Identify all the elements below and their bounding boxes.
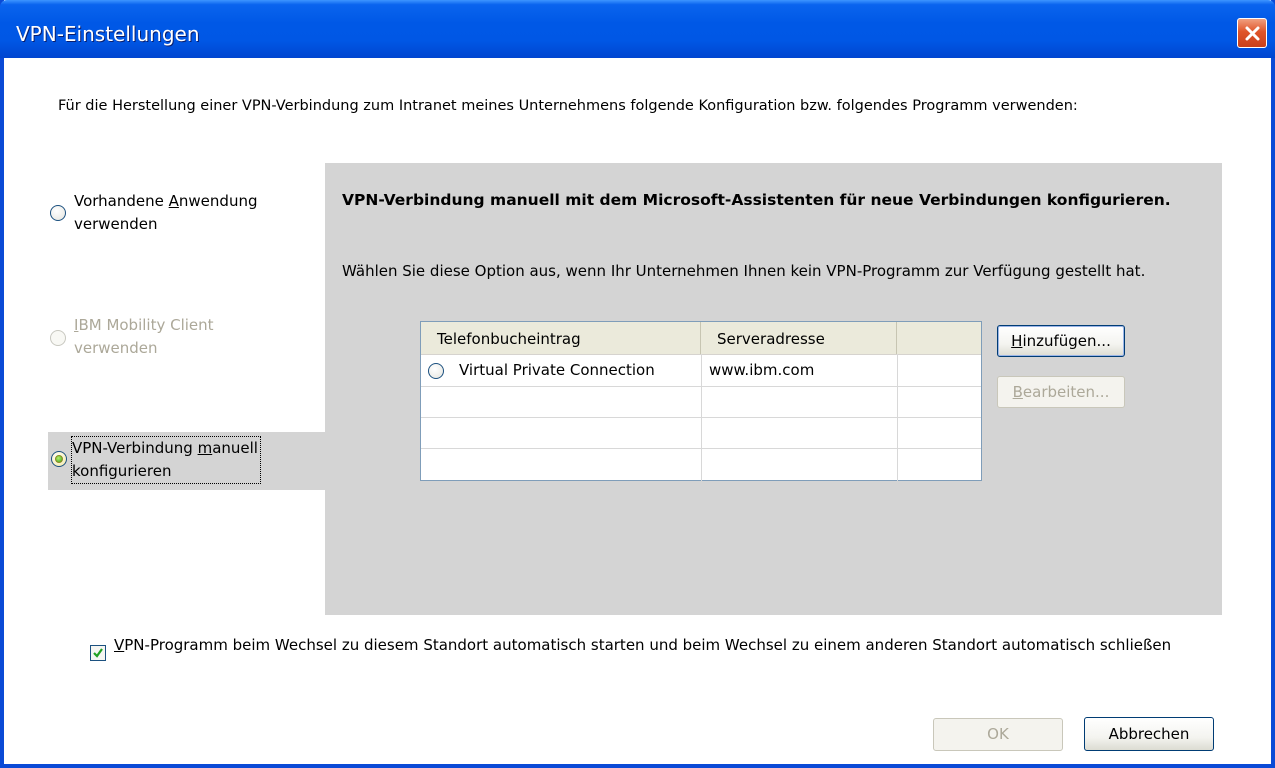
grid-line bbox=[421, 417, 981, 418]
panel-description: Wählen Sie diese Option aus, wenn Ihr Un… bbox=[342, 262, 1146, 280]
close-icon bbox=[1245, 26, 1260, 41]
option-ibm-mobility-client-label: IBM Mobility Client verwenden bbox=[74, 316, 214, 357]
close-button[interactable] bbox=[1237, 18, 1267, 48]
table-row[interactable]: Virtual Private Connection www.ibm.com bbox=[421, 355, 981, 386]
option-existing-application-label: Vorhandene Anwendung verwenden bbox=[74, 192, 258, 233]
radio-existing-application[interactable] bbox=[50, 205, 66, 221]
column-header-server-address[interactable]: Serveradresse bbox=[701, 322, 897, 354]
radio-manual-vpn[interactable] bbox=[51, 451, 67, 467]
window-title: VPN-Einstellungen bbox=[16, 22, 200, 46]
auto-start-label: VPN-Programm beim Wechsel zu diesem Stan… bbox=[114, 636, 1172, 654]
radio-ibm-mobility-client bbox=[50, 330, 66, 346]
column-header-phonebook-entry[interactable]: Telefonbucheintrag bbox=[421, 322, 701, 354]
title-bar[interactable]: VPN-Einstellungen bbox=[0, 0, 1275, 58]
phonebook-table[interactable]: Telefonbucheintrag Serveradresse Virtual… bbox=[420, 321, 982, 481]
row-phonebook-entry: Virtual Private Connection bbox=[459, 361, 655, 379]
option-existing-application[interactable]: Vorhandene Anwendung verwenden bbox=[48, 190, 318, 240]
option-ibm-mobility-client: IBM Mobility Client verwenden bbox=[48, 314, 318, 364]
checkmark-icon bbox=[93, 648, 103, 658]
radio-selected-dot bbox=[55, 455, 63, 463]
row-radio[interactable] bbox=[428, 363, 444, 379]
manual-vpn-panel: VPN-Verbindung manuell mit dem Microsoft… bbox=[325, 163, 1222, 615]
panel-title: VPN-Verbindung manuell mit dem Microsoft… bbox=[342, 191, 1171, 209]
ok-button: OK bbox=[933, 718, 1063, 751]
table-header: Telefonbucheintrag Serveradresse bbox=[421, 322, 981, 355]
option-manual-vpn-label: VPN-Verbindung manuell konfigurieren bbox=[71, 436, 261, 484]
grid-line bbox=[421, 448, 981, 449]
intro-text: Für die Herstellung einer VPN-Verbindung… bbox=[58, 98, 1078, 114]
add-button[interactable]: Hinzufügen... bbox=[997, 325, 1125, 357]
cancel-button[interactable]: Abbrechen bbox=[1084, 717, 1214, 751]
edit-button: Bearbeiten... bbox=[997, 376, 1125, 408]
grid-line bbox=[421, 386, 981, 387]
row-server-address: www.ibm.com bbox=[709, 361, 815, 379]
auto-start-checkbox[interactable] bbox=[90, 645, 106, 661]
option-manual-vpn[interactable]: VPN-Verbindung manuell konfigurieren bbox=[48, 436, 318, 487]
column-header-empty[interactable] bbox=[897, 322, 981, 354]
